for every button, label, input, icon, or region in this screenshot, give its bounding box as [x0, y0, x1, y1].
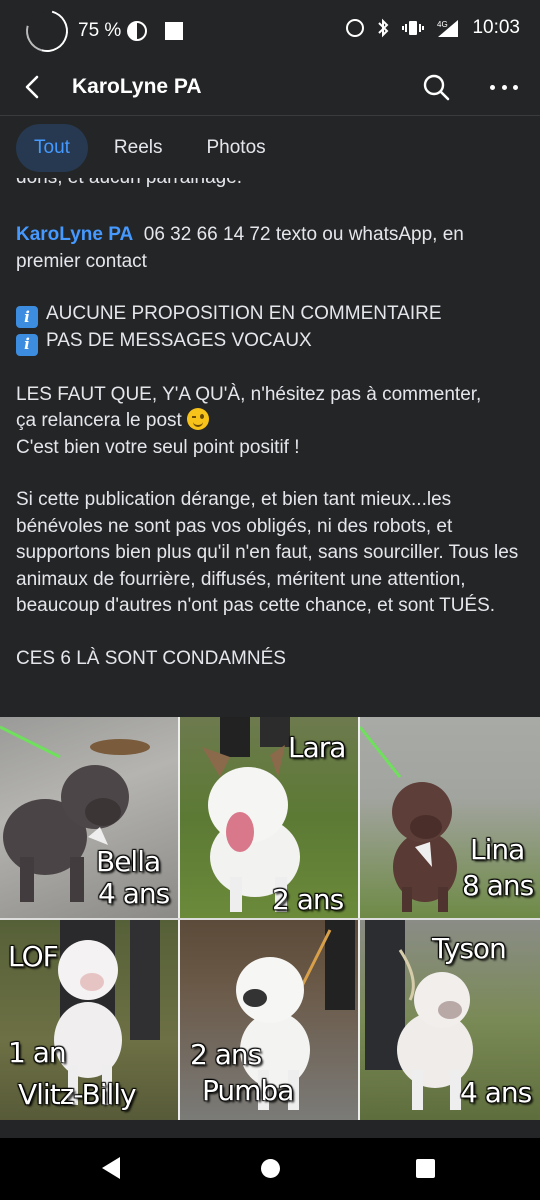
profile-link[interactable]: KaroLyne PA — [16, 224, 133, 245]
info-line-1: i AUCUNE PROPOSITION EN COMMENTAIRE — [16, 301, 526, 329]
dog-age-label: 4 ans — [460, 1076, 532, 1109]
post-body: dons, et aucun parrainage. KaroLyne PA 0… — [16, 160, 526, 672]
paragraph-1-line-1: LES FAUT QUE, Y'A QU'À, n'hésitez pas à … — [16, 383, 482, 405]
photo-tyson[interactable]: Tyson 4 ans — [360, 920, 540, 1121]
progress-ring-icon — [18, 2, 76, 60]
paragraph-2: Si cette publication dérange, et bien ta… — [16, 489, 519, 616]
dog-age-label: 8 ans — [462, 869, 534, 902]
nav-back-icon[interactable] — [102, 1157, 120, 1179]
info-line-2: i PAS DE MESSAGES VOCAUX — [16, 328, 526, 356]
info-icon: i — [16, 333, 38, 356]
photo-lina[interactable]: Lina 8 ans — [360, 717, 540, 918]
dog-age-label: 1 an — [8, 1036, 67, 1069]
system-navigation-bar — [0, 1138, 540, 1200]
tab-reels[interactable]: Reels — [96, 124, 181, 172]
status-bar: 75 % 4G 10:03 — [0, 0, 540, 60]
photo-vlitz-billy[interactable]: LOF 1 an Vlitz-Billy — [0, 920, 180, 1121]
dog-name-label: Vlitz-Billy — [18, 1078, 137, 1111]
battery-level: 75 % — [78, 20, 122, 41]
dog-age-label: 4 ans — [98, 877, 170, 910]
dog-tag-label: LOF — [8, 940, 59, 973]
dog-age-label: 2 ans — [272, 883, 344, 916]
contact-paragraph: KaroLyne PA 06 32 66 14 72 texto ou what… — [16, 222, 526, 275]
page-title: KaroLyne PA — [72, 75, 202, 98]
photo-pumba[interactable]: 2 ans Pumba — [180, 920, 360, 1121]
tab-photos[interactable]: Photos — [189, 124, 284, 172]
nav-home-icon[interactable] — [261, 1159, 280, 1178]
notification-square-icon — [165, 22, 184, 40]
status-right: 4G 10:03 — [346, 17, 520, 39]
data-saver-icon — [127, 21, 148, 41]
info-icon: i — [16, 306, 38, 329]
photo-collage[interactable]: Bella 4 ans Lara 2 ans Lina 8 ans LOF 1 … — [0, 717, 540, 1121]
search-icon[interactable] — [422, 73, 450, 101]
svg-text:4G: 4G — [437, 20, 448, 29]
top-app-bar: KaroLyne PA — [0, 58, 540, 116]
filter-tabs: Tout Reels Photos — [16, 124, 284, 172]
clock: 10:03 — [472, 17, 520, 38]
bluetooth-icon — [376, 18, 390, 38]
paragraph-1-line-3: C'est bien votre seul point positif ! — [16, 436, 300, 458]
photo-bella[interactable]: Bella 4 ans — [0, 717, 180, 918]
status-left: 75 % — [18, 2, 184, 60]
signal-icon: 4G — [436, 18, 460, 38]
post-footer-strip — [0, 1120, 540, 1138]
dog-name-label: Bella — [96, 845, 161, 878]
partially-hidden-line: dons, et aucun parrainage. — [16, 178, 526, 192]
paragraph-1-line-2: ça relancera le post — [16, 408, 526, 435]
photo-lara[interactable]: Lara 2 ans — [180, 717, 360, 918]
wink-emoji-icon — [187, 408, 210, 430]
more-dots-icon[interactable] — [490, 73, 518, 101]
tab-tout[interactable]: Tout — [16, 124, 88, 172]
nav-recents-icon[interactable] — [416, 1159, 435, 1178]
alarm-icon — [346, 19, 365, 37]
dog-name-label: Pumba — [202, 1074, 294, 1107]
vibrate-icon — [402, 19, 425, 37]
dog-name-label: Lara — [288, 731, 346, 764]
back-arrow-icon[interactable] — [20, 74, 46, 100]
dog-age-label: 2 ans — [190, 1038, 262, 1071]
dog-name-label: Lina — [470, 833, 525, 866]
dog-name-label: Tyson — [432, 932, 507, 965]
condemned-heading: CES 6 LÀ SONT CONDAMNÉS — [16, 647, 286, 669]
